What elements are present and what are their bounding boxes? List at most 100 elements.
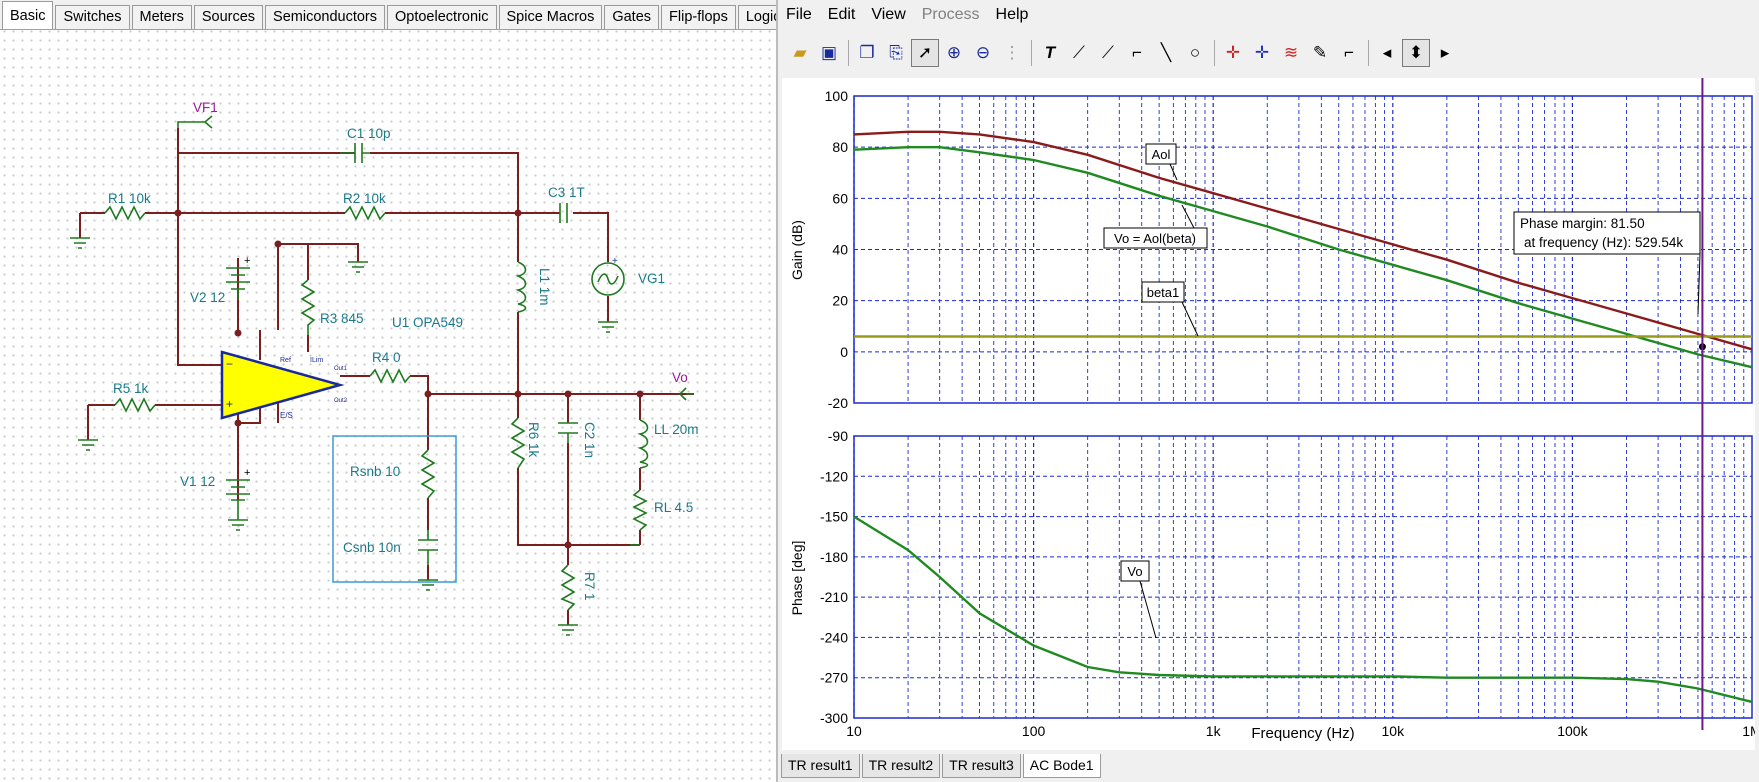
menu-file[interactable]: File xyxy=(778,6,820,24)
ellipse-tool-icon[interactable]: ○ xyxy=(1181,39,1209,67)
menu-bar: File Edit View Process Help xyxy=(778,0,1759,30)
r3-label: R3 845 xyxy=(320,311,364,326)
phase-ytick-label: -180 xyxy=(820,549,848,565)
beta1-annotation[interactable]: beta1 xyxy=(1141,281,1199,337)
phase-ytick-label: -150 xyxy=(820,509,848,525)
schematic-editor[interactable]: Basic Switches Meters Sources Semiconduc… xyxy=(0,0,776,782)
cursor-a-icon[interactable]: ⟋ xyxy=(1065,39,1093,67)
frequency-xtick-label: 1k xyxy=(1206,723,1222,739)
select-arrow-icon[interactable]: ➚ xyxy=(911,39,939,67)
tab-sources[interactable]: Sources xyxy=(193,5,264,29)
frequency-xtick-label: 100 xyxy=(1022,723,1046,739)
menu-process[interactable]: Process xyxy=(914,6,988,24)
tab-logic-ics-mcus[interactable]: Logic ICs-MCUs xyxy=(737,5,776,29)
frequency-xlabel: Frequency (Hz) xyxy=(1251,725,1354,742)
frequency-xtick-label: 10 xyxy=(846,723,862,739)
u1-label: U1 OPA549 xyxy=(392,315,463,330)
tab-flip-flops[interactable]: Flip-flops xyxy=(661,5,736,29)
menu-edit[interactable]: Edit xyxy=(820,6,864,24)
line-tool-icon[interactable]: ╲ xyxy=(1152,39,1180,67)
tab-tr-result2[interactable]: TR result2 xyxy=(861,754,941,778)
marker-icon[interactable]: ✎ xyxy=(1306,39,1334,67)
zoom-out-icon[interactable]: ⊖ xyxy=(969,39,997,67)
phase-ytick-label: -240 xyxy=(820,629,848,645)
menu-help[interactable]: Help xyxy=(988,6,1037,24)
gain-ylabel: Gain (dB) xyxy=(789,220,805,280)
grid-icon[interactable]: ⋮ xyxy=(998,39,1026,67)
paste-icon[interactable]: ⎘ xyxy=(882,39,910,67)
polyline-icon[interactable]: ⌐ xyxy=(1335,39,1363,67)
vo-phase-annotation[interactable]: Vo xyxy=(1120,560,1157,639)
cursor-a-marker-icon[interactable]: ✛ xyxy=(1219,39,1247,67)
svg-text:+: + xyxy=(244,255,250,267)
gain-ytick-label: 0 xyxy=(840,344,848,360)
schematic-canvas[interactable]: − + Ref ILim Out1 Out2 E/S + + + VF1 C1 … xyxy=(0,30,776,782)
bode-plot-svg[interactable]: 100 80 60 40 20 0 -20 -90 -120 -150 -180 -210 -240 -… xyxy=(782,78,1759,750)
tab-semiconductors[interactable]: Semiconductors xyxy=(265,5,385,29)
zoom-in-icon[interactable]: ⊕ xyxy=(940,39,968,67)
phase-margin-frequency-label: at frequency (Hz): 529.54k xyxy=(1524,235,1683,250)
gain-ytick-label: 60 xyxy=(832,190,848,206)
svg-text:+: + xyxy=(244,467,250,479)
result-tabs: TR result1 TR result2 TR result3 AC Bode… xyxy=(778,754,1759,782)
open-icon[interactable]: ▰ xyxy=(786,39,814,67)
r5-label: R5 1k xyxy=(113,381,149,396)
csnb-label: Csnb 10n xyxy=(343,540,401,555)
text-tool-icon[interactable]: T xyxy=(1036,39,1064,67)
phase-margin-label: Phase margin: 81.50 xyxy=(1520,216,1645,231)
tab-meters[interactable]: Meters xyxy=(131,5,192,29)
tab-gates[interactable]: Gates xyxy=(604,5,660,29)
vo-beta-label: Vo = Aol(beta) xyxy=(1114,231,1196,246)
l1-label: L1 1m xyxy=(537,268,552,306)
toolbar-separator xyxy=(1214,40,1215,66)
tab-tr-result1[interactable]: TR result1 xyxy=(781,754,860,778)
tab-basic[interactable]: Basic xyxy=(2,1,54,29)
beta1-label: beta1 xyxy=(1147,285,1180,300)
series-vo-aol-beta- xyxy=(853,146,1753,369)
phase-ytick-label: -300 xyxy=(820,710,848,726)
cursor-b-marker-icon[interactable]: ✛ xyxy=(1248,39,1276,67)
rsnb-label: Rsnb 10 xyxy=(350,464,400,479)
gain-ytick-label: -20 xyxy=(828,395,848,411)
svg-text:+: + xyxy=(226,397,233,411)
frequency-xtick-label: 1M xyxy=(1742,723,1755,739)
tab-spice-macros[interactable]: Spice Macros xyxy=(498,5,603,29)
svg-text:−: − xyxy=(226,357,233,371)
arrow-right-icon[interactable]: ▸ xyxy=(1431,39,1459,67)
copy-icon[interactable]: ❐ xyxy=(853,39,881,67)
r6-label: R6 1k xyxy=(526,422,541,458)
vo-label: Vo xyxy=(672,370,688,385)
phase-ylabel: Phase [deg] xyxy=(789,541,805,616)
pin-es-label: E/S xyxy=(280,411,293,420)
tab-optoelectronic[interactable]: Optoelectronic xyxy=(387,5,497,29)
r2-label: R2 10k xyxy=(343,191,386,206)
axis-icon[interactable]: ⌐ xyxy=(1123,39,1151,67)
tab-switches[interactable]: Switches xyxy=(55,5,130,29)
r4-label: R4 0 xyxy=(372,350,401,365)
arrow-left-icon[interactable]: ◂ xyxy=(1373,39,1401,67)
tab-tr-result3[interactable]: TR result3 xyxy=(942,754,1021,778)
v2-label: V2 12 xyxy=(190,290,225,305)
bode-plot-area[interactable]: 100 80 60 40 20 0 -20 -90 -120 -150 -180 -210 -240 -… xyxy=(782,78,1759,750)
bode-analysis-window: File Edit View Process Help ▰ ▣ ❐ ⎘ ➚ ⊕ … xyxy=(776,0,1759,782)
toolbar: ▰ ▣ ❐ ⎘ ➚ ⊕ ⊖ ⋮ T ⟋ ⟋ ⌐ ╲ ○ ✛ ✛ ≋ ✎ ⌐ ◂ … xyxy=(778,36,1759,70)
gain-ytick-label: 20 xyxy=(832,293,848,309)
tab-ac-bode1[interactable]: AC Bode1 xyxy=(1022,754,1101,778)
ll-label: LL 20m xyxy=(654,422,699,437)
vg1-label: VG1 xyxy=(638,271,665,286)
r1-label: R1 10k xyxy=(108,191,151,206)
menu-view[interactable]: View xyxy=(863,6,913,24)
curve-icon[interactable]: ≋ xyxy=(1277,39,1305,67)
save-icon[interactable]: ▣ xyxy=(815,39,843,67)
c2-label: C2 1n xyxy=(582,422,597,458)
v1-label: V1 12 xyxy=(180,474,215,489)
gain-ytick-label: 40 xyxy=(832,242,848,258)
phase-ytick-label: -270 xyxy=(820,670,848,686)
cursor-b-icon[interactable]: ⟋ xyxy=(1094,39,1122,67)
phase-margin-annotation[interactable]: Phase margin: 81.50 at frequency (Hz): 5… xyxy=(1513,211,1701,315)
pin-out2-label: Out2 xyxy=(334,398,348,404)
c3-label: C3 1T xyxy=(548,185,585,200)
arrow-updown-icon[interactable]: ⬍ xyxy=(1402,39,1430,67)
frequency-xtick-label: 10k xyxy=(1382,723,1406,739)
vo-phase-label: Vo xyxy=(1127,564,1142,579)
